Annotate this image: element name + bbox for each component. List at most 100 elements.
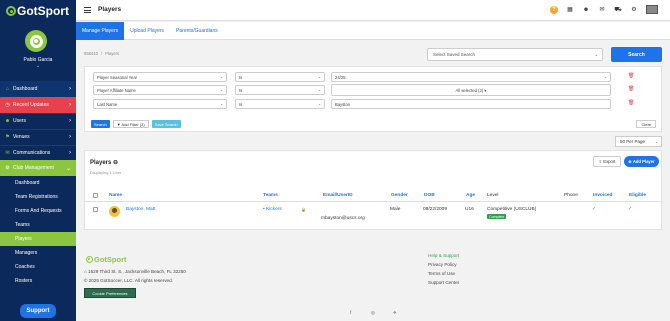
select-all-checkbox[interactable] <box>93 193 98 198</box>
top-icons: ? ▦ ☻ ✉ ⛟ ⚙ <box>550 5 658 14</box>
column-email[interactable]: Email/UserID <box>323 193 353 198</box>
mail-icon[interactable]: ✉ <box>598 6 606 14</box>
support-button[interactable]: Support <box>20 304 56 318</box>
filter-field-select[interactable]: Last Name ⌄ <box>93 99 227 109</box>
sidebar-item-dashboard[interactable]: ⌂ Dashboard › <box>0 81 76 97</box>
filter-value: Bayston <box>335 101 351 107</box>
cookie-preferences-button[interactable]: Cookie Preferences <box>84 288 136 298</box>
sub-item-rosters[interactable]: Rosters <box>0 274 76 288</box>
sidebar-item-users[interactable]: ☻ Users › <box>0 112 76 129</box>
user-avatar[interactable] <box>25 30 47 52</box>
sidebar-item-recent-updates[interactable]: ◷ Recent Updates › <box>0 96 76 113</box>
users-icon: ☻ <box>4 118 11 125</box>
add-player-button[interactable]: ⊕ Add Player <box>624 156 659 167</box>
filter-field-select[interactable]: Player Affiliate Name ⌄ <box>93 85 227 95</box>
settings-icon[interactable]: ⚙ <box>630 6 638 14</box>
chevron-down-icon: ⌄ <box>318 88 321 92</box>
filter-field-select[interactable]: Player Seasonal Year ⌄ <box>93 72 227 82</box>
sub-item-team-registrations[interactable]: Team Registrations <box>0 190 76 204</box>
footer-copyright: © 2025 GotSoccer, LLC. All rights reserv… <box>84 278 173 283</box>
sidebar-nav: ⌂ Dashboard › ◷ Recent Updates › ☻ Users… <box>0 81 76 288</box>
column-name[interactable]: Name <box>109 193 122 198</box>
chevron-down-icon: ⌄ <box>220 102 223 106</box>
filter-multiselect[interactable]: All selected (2) ▾ <box>331 84 611 96</box>
sub-item-dashboard[interactable]: Dashboard <box>0 176 76 190</box>
facebook-icon[interactable]: f <box>350 310 351 315</box>
clear-button[interactable]: Clear <box>636 120 656 128</box>
row-checkbox[interactable] <box>93 207 98 212</box>
column-gender[interactable]: Gender <box>391 193 408 198</box>
breadcrumb-club-id[interactable]: 958410 <box>84 51 98 56</box>
sub-item-forms-and-requests[interactable]: Forms And Requests <box>0 204 76 218</box>
column-eligible[interactable]: Eligible <box>629 193 646 198</box>
user-menu-caret-icon[interactable]: ⌄ <box>0 63 76 69</box>
add-filter-button[interactable]: ▼ Add Filter (3) <box>112 120 149 128</box>
sub-item-managers[interactable]: Managers <box>0 246 76 260</box>
gotsport-logo-icon <box>86 256 93 263</box>
instagram-icon[interactable]: ◎ <box>371 310 375 316</box>
sidebar-item-label: Users <box>13 118 27 125</box>
column-teams[interactable]: Teams <box>263 193 278 198</box>
players-panel-title: Players ⊖ <box>90 160 119 166</box>
filter-operator-select[interactable]: Is ⌄ <box>235 72 325 82</box>
sidebar-item-label: Club Management <box>13 165 54 172</box>
sub-item-teams[interactable]: Teams <box>0 218 76 232</box>
user-icon[interactable]: ☻ <box>582 6 590 14</box>
filter-operator-select[interactable]: Is ⌄ <box>235 85 325 95</box>
footer-link-privacy[interactable]: Privacy Policy <box>428 262 459 271</box>
player-name-link[interactable]: Bayston, Matt <box>126 207 155 212</box>
player-avatar <box>109 206 120 217</box>
filter-search-button[interactable]: Search <box>91 120 110 128</box>
sidebar-item-club-management[interactable]: ⚙ Club Management ⌄ <box>0 160 76 177</box>
gotsport-logo[interactable]: GotSport <box>6 4 69 18</box>
export-button[interactable]: ⇪ Export <box>593 156 621 167</box>
tab-parents-guardians[interactable]: Parents/Guardians <box>170 22 224 40</box>
filter-operator-select[interactable]: Is ⌄ <box>235 99 325 109</box>
tab-manage-players[interactable]: Manage Players <box>76 22 125 40</box>
grid-icon[interactable]: ▦ <box>566 6 574 14</box>
sidebar-item-label: Dashboard <box>13 85 38 92</box>
search-button[interactable]: Search <box>611 47 662 62</box>
filter-field-value: Last Name <box>97 101 118 107</box>
filter-text-input[interactable]: Bayston <box>331 99 611 109</box>
save-search-button[interactable]: Save Search <box>151 120 181 128</box>
profile-avatar[interactable] <box>646 5 658 14</box>
eligible-check-icon: ✓ <box>628 206 633 212</box>
chevron-down-icon: ⌄ <box>318 102 321 106</box>
filter-row: Player Seasonal Year ⌄ Is ⌄ 24/25 ⌄ 🗑 <box>93 72 653 82</box>
chevron-right-icon: › <box>69 150 71 156</box>
sub-item-coaches[interactable]: Coaches <box>0 260 76 274</box>
help-icon[interactable]: ? <box>550 5 558 14</box>
footer-logo[interactable]: GotSport <box>86 255 127 264</box>
hamburger-menu-icon[interactable] <box>84 7 91 13</box>
filter-value-select[interactable]: 24/25 ⌄ <box>331 72 611 82</box>
footer-link-help[interactable]: Help & Support <box>428 253 459 262</box>
per-page-select[interactable]: 50 Per Page ⌄ <box>615 136 662 147</box>
sidebar-item-communications[interactable]: ✉ Communications › <box>0 144 76 161</box>
players-count: Displaying 1 User <box>90 170 122 175</box>
trash-icon[interactable]: 🗑 <box>628 73 634 79</box>
cart-icon[interactable]: ⛟ <box>614 6 622 14</box>
table-row: Bayston, Matt • Kickers 🔒 mbayston@uscs.… <box>85 204 663 224</box>
sub-item-players[interactable]: Players <box>0 232 76 247</box>
footer-link-terms[interactable]: Terms of Use <box>428 271 459 280</box>
sidebar-item-venues[interactable]: ⚑ Venues › <box>0 128 76 145</box>
footer-link-support-center[interactable]: Support Center <box>428 280 459 289</box>
column-age[interactable]: Age <box>466 193 475 198</box>
chevron-down-icon: ⌄ <box>655 139 658 144</box>
filter-row: Player Affiliate Name ⌄ Is ⌄ All selected … <box>93 84 653 96</box>
trash-icon[interactable]: 🗑 <box>628 86 634 92</box>
trash-icon[interactable]: 🗑 <box>628 100 634 106</box>
chevron-right-icon: › <box>69 85 71 92</box>
saved-search-select[interactable]: Select Saved Search ⌄ <box>427 48 603 61</box>
team-link[interactable]: • Kickers <box>263 207 282 212</box>
filter-operator-value: Is <box>239 101 243 107</box>
page-title: Players <box>98 6 122 13</box>
tab-bar: Manage Players Upload Players Parents/Gu… <box>76 22 670 40</box>
column-dob[interactable]: DOB <box>424 193 435 198</box>
twitter-icon[interactable]: ✈ <box>393 310 397 316</box>
column-invoiced[interactable]: Invoiced <box>593 193 612 198</box>
tab-upload-players[interactable]: Upload Players <box>124 22 170 40</box>
envelope-icon: ✉ <box>5 150 10 156</box>
per-page-value: 50 Per Page <box>620 139 646 144</box>
